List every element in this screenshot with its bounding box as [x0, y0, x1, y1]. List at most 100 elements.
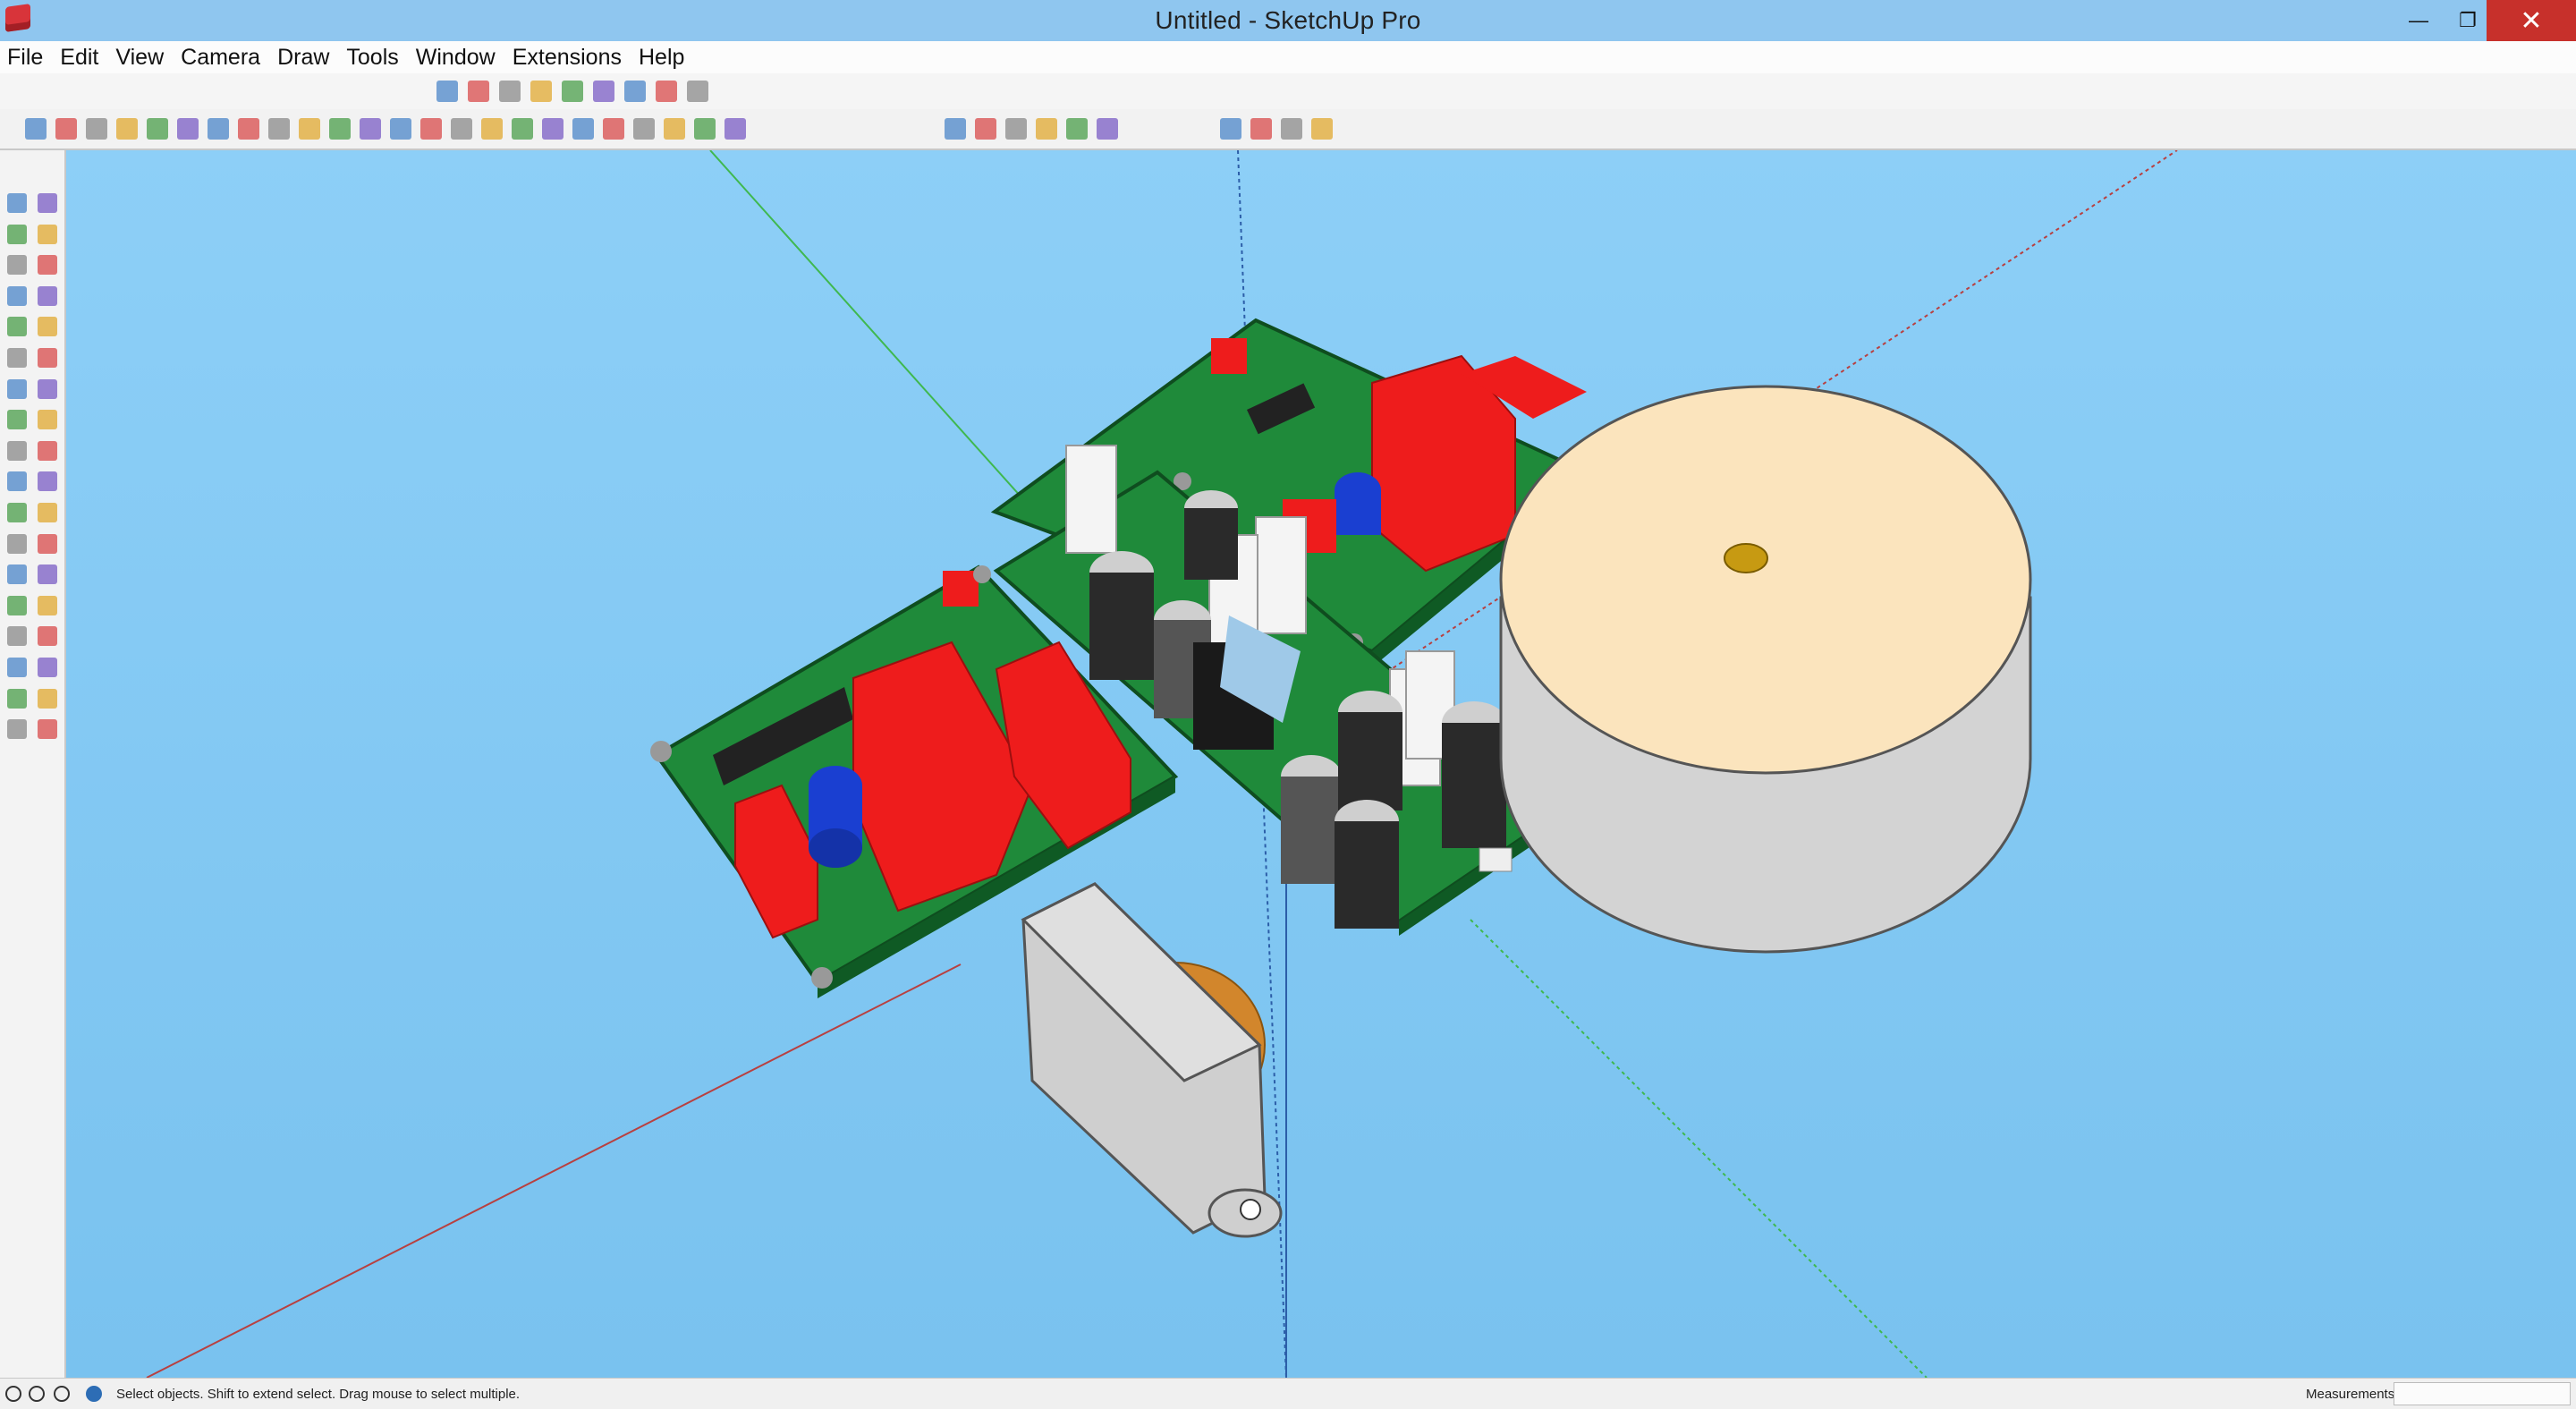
tape-measure-icon[interactable]: [7, 503, 27, 522]
scale-icon[interactable]: [390, 118, 411, 140]
rectangle-icon[interactable]: [7, 285, 27, 306]
small-transformer[interactable]: [1021, 882, 1283, 1238]
layout-icon[interactable]: [724, 118, 746, 140]
look-around-icon[interactable]: [38, 688, 57, 709]
arc-icon[interactable]: [7, 348, 27, 368]
credits-status-icon[interactable]: [29, 1386, 45, 1402]
eraser-icon[interactable]: [38, 224, 57, 244]
follow-me-icon[interactable]: [299, 118, 320, 140]
iso-view-icon[interactable]: [436, 81, 458, 102]
rotate-icon[interactable]: [7, 440, 27, 461]
circle-icon[interactable]: [208, 118, 229, 140]
pencil-icon[interactable]: [86, 118, 107, 140]
house-icon[interactable]: [1036, 118, 1057, 140]
pie-icon[interactable]: [38, 378, 57, 399]
freehand-icon[interactable]: [38, 255, 57, 276]
xray-style-icon[interactable]: [624, 81, 646, 102]
front-view-icon[interactable]: [499, 81, 521, 102]
circle-dropdown-icon[interactable]: [238, 118, 259, 140]
share-model-icon[interactable]: [694, 118, 716, 140]
shadows-icon[interactable]: [1250, 118, 1272, 140]
toroidal-transformer[interactable]: [1499, 385, 2032, 954]
menu-draw[interactable]: Draw: [270, 45, 339, 71]
select-icon[interactable]: [25, 118, 47, 140]
select-icon[interactable]: [7, 193, 27, 213]
circle-icon[interactable]: [7, 317, 27, 337]
scale-icon[interactable]: [7, 471, 27, 492]
section-plane-icon[interactable]: [38, 719, 57, 740]
home-icon[interactable]: [1005, 118, 1027, 140]
arc-icon[interactable]: [147, 118, 168, 140]
paint-bucket-icon[interactable]: [481, 118, 503, 140]
menu-edit[interactable]: Edit: [53, 45, 108, 71]
zoom-extents-icon[interactable]: [7, 658, 27, 677]
text-icon[interactable]: [38, 533, 57, 554]
arc-dropdown-icon[interactable]: [177, 118, 199, 140]
zoom-window-icon[interactable]: [38, 626, 57, 647]
rotate-icon[interactable]: [360, 118, 381, 140]
pan-icon[interactable]: [38, 595, 57, 615]
shaded-style-icon[interactable]: [687, 81, 708, 102]
right-view-icon[interactable]: [530, 81, 552, 102]
push-pull-icon[interactable]: [268, 118, 290, 140]
make-component-icon[interactable]: [38, 193, 57, 213]
zoom-extents-icon[interactable]: [603, 118, 624, 140]
section-plane-icon[interactable]: [945, 118, 966, 140]
rotated-rectangle-icon[interactable]: [38, 285, 57, 306]
menu-camera[interactable]: Camera: [174, 45, 270, 71]
tape-measure-icon[interactable]: [420, 118, 442, 140]
help-status-icon[interactable]: [86, 1386, 102, 1402]
orbit-icon[interactable]: [7, 595, 27, 615]
line-dropdown-icon[interactable]: [116, 118, 138, 140]
menu-help[interactable]: Help: [631, 45, 694, 71]
menu-window[interactable]: Window: [409, 45, 505, 71]
fog-icon[interactable]: [1281, 118, 1302, 140]
dimension-icon[interactable]: [38, 503, 57, 522]
move-icon[interactable]: [7, 410, 27, 430]
warehouse-icon[interactable]: [633, 118, 655, 140]
scene-canvas[interactable]: [66, 150, 2576, 1378]
orbit-icon[interactable]: [512, 118, 533, 140]
polygon-icon[interactable]: [38, 317, 57, 337]
zoom-icon[interactable]: [7, 626, 27, 647]
status-bar: Select objects. Shift to extend select. …: [0, 1378, 2576, 1409]
follow-me-icon[interactable]: [38, 440, 57, 461]
photo-icon[interactable]: [1311, 118, 1333, 140]
pan-icon[interactable]: [542, 118, 564, 140]
walk-icon[interactable]: [7, 719, 27, 740]
user-status-icon[interactable]: [54, 1386, 70, 1402]
top-view-icon[interactable]: [468, 81, 489, 102]
sketchup-logo-icon: [5, 4, 30, 32]
two-point-arc-icon[interactable]: [38, 348, 57, 368]
eraser-icon[interactable]: [55, 118, 77, 140]
menu-tools[interactable]: Tools: [339, 45, 408, 71]
axes-icon[interactable]: [7, 564, 27, 585]
paint-bucket-icon[interactable]: [7, 224, 27, 244]
close-button[interactable]: ✕: [2487, 0, 2576, 41]
text-icon[interactable]: [451, 118, 472, 140]
move-icon[interactable]: [329, 118, 351, 140]
menu-extensions[interactable]: Extensions: [505, 45, 631, 71]
side-house-icon[interactable]: [1097, 118, 1118, 140]
extension-warehouse-icon[interactable]: [664, 118, 685, 140]
offset-icon[interactable]: [38, 471, 57, 492]
measurements-field[interactable]: [2394, 1382, 2571, 1405]
push-pull-icon[interactable]: [38, 410, 57, 430]
standard-views-icon[interactable]: [975, 118, 996, 140]
back-view-icon[interactable]: [562, 81, 583, 102]
menu-file[interactable]: File: [0, 45, 53, 71]
line-icon[interactable]: [7, 255, 27, 276]
protractor-icon[interactable]: [7, 533, 27, 554]
geo-location-icon[interactable]: [1220, 118, 1241, 140]
model-viewport[interactable]: [66, 150, 2576, 1378]
menu-view[interactable]: View: [108, 45, 174, 71]
geo-location-status-icon[interactable]: [5, 1386, 21, 1402]
three-point-arc-icon[interactable]: [7, 378, 27, 399]
previous-view-icon[interactable]: [38, 658, 57, 677]
3d-text-icon[interactable]: [38, 564, 57, 585]
zoom-icon[interactable]: [572, 118, 594, 140]
position-camera-icon[interactable]: [7, 688, 27, 709]
wireframe-style-icon[interactable]: [656, 81, 677, 102]
front-house-icon[interactable]: [1066, 118, 1088, 140]
left-view-icon[interactable]: [593, 81, 614, 102]
